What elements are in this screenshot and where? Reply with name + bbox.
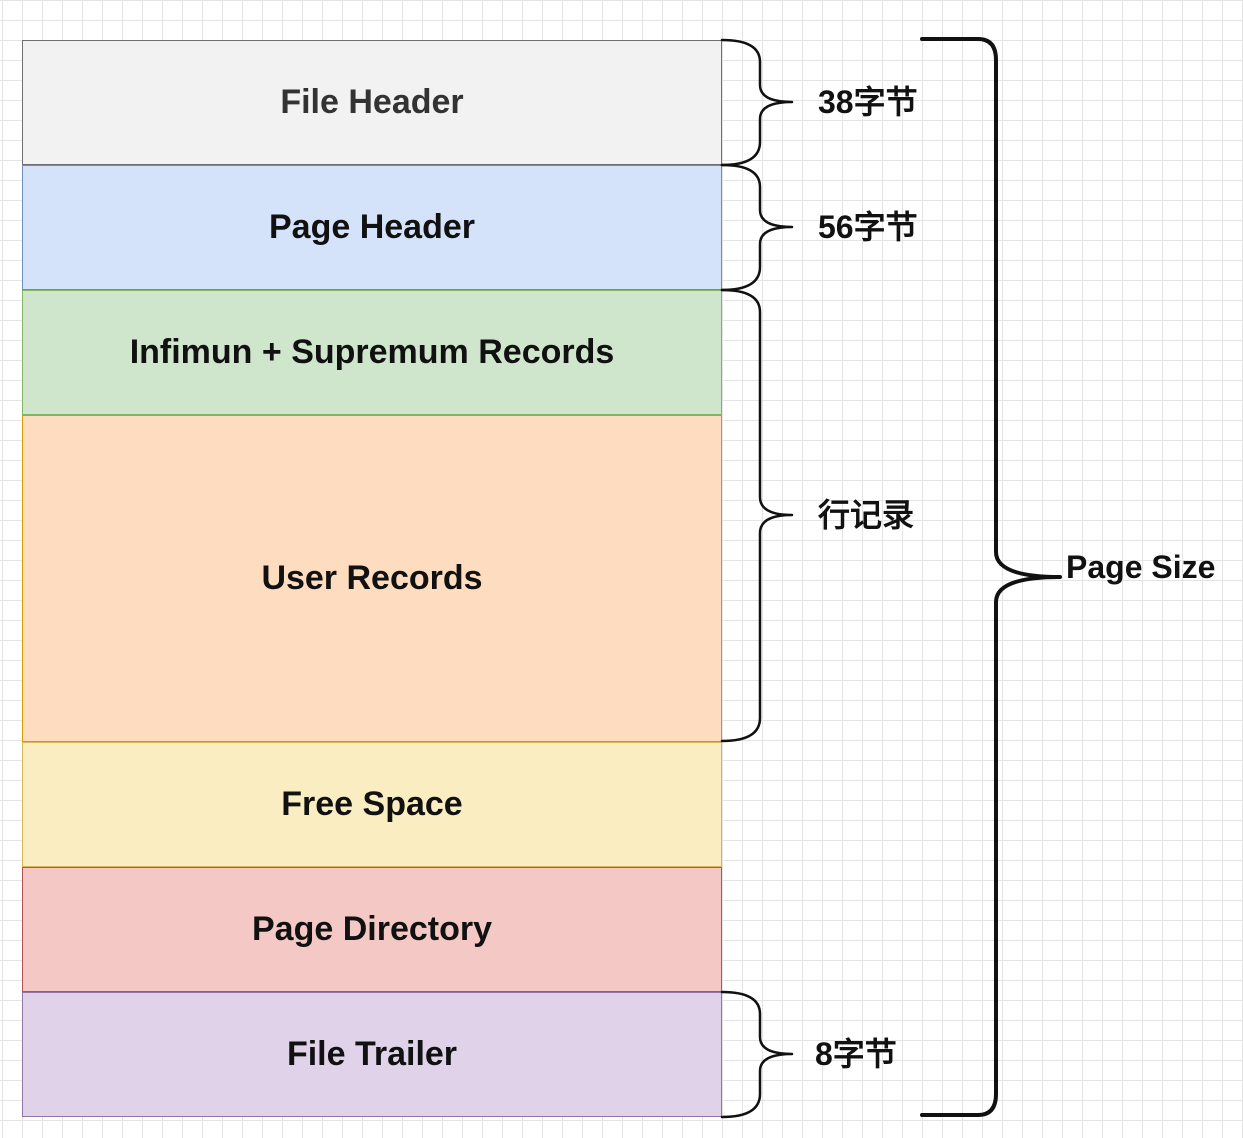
- file-trailer-size-label: 8字节: [815, 1036, 897, 1072]
- page-header-brace: [720, 163, 794, 292]
- page-header-size-label: 56字节: [818, 209, 918, 245]
- diagram-canvas: File Header Page Header Infimun + Suprem…: [0, 0, 1243, 1138]
- file-header-brace: [720, 38, 794, 167]
- page-size-brace: [920, 37, 1062, 1117]
- page-size-label: Page Size: [1066, 549, 1216, 585]
- brackets-layer: [720, 37, 1062, 1119]
- row-records-label: 行记录: [818, 497, 915, 533]
- file-trailer-brace: [720, 990, 794, 1119]
- row-records-brace: [720, 288, 794, 743]
- file-header-size-label: 38字节: [818, 84, 918, 120]
